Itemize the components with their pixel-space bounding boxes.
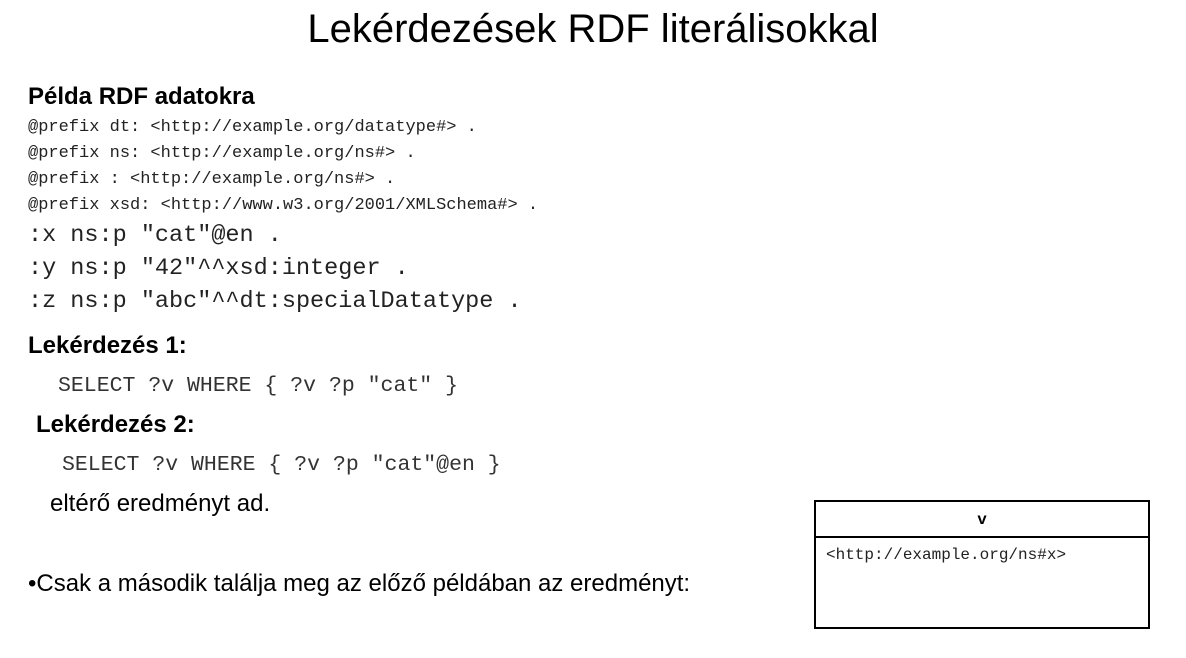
query2-code: SELECT ?v WHERE { ?v ?p "cat"@en }	[62, 453, 501, 477]
page-title: Lekérdezések RDF literálisokkal	[307, 7, 879, 51]
different-result-text: eltérő eredményt ad.	[50, 490, 271, 517]
prefix-line: @prefix ns: <http://example.org/ns#> .	[28, 144, 416, 163]
prefix-line: @prefix : <http://example.org/ns#> .	[28, 170, 396, 189]
query1-heading: Lekérdezés 1:	[28, 332, 187, 359]
example-heading: Példa RDF adatokra	[28, 83, 255, 110]
query1-code: SELECT ?v WHERE { ?v ?p "cat" }	[58, 374, 458, 398]
result-table-header: v	[816, 502, 1148, 538]
result-table: v <http://example.org/ns#x>	[814, 500, 1150, 629]
bullet-text: •Csak a második találja meg az előző pél…	[28, 570, 691, 597]
query2-heading: Lekérdezés 2:	[36, 411, 195, 438]
result-table-cell: <http://example.org/ns#x>	[826, 546, 1067, 564]
prefix-line: @prefix dt: <http://example.org/datatype…	[28, 118, 477, 137]
prefix-line: @prefix xsd: <http://www.w3.org/2001/XML…	[28, 196, 539, 215]
triple-line: :z ns:p "abc"^^dt:specialDatatype .	[28, 288, 522, 315]
triple-line: :x ns:p "cat"@en .	[28, 222, 282, 249]
triple-line: :y ns:p "42"^^xsd:integer .	[28, 255, 409, 282]
